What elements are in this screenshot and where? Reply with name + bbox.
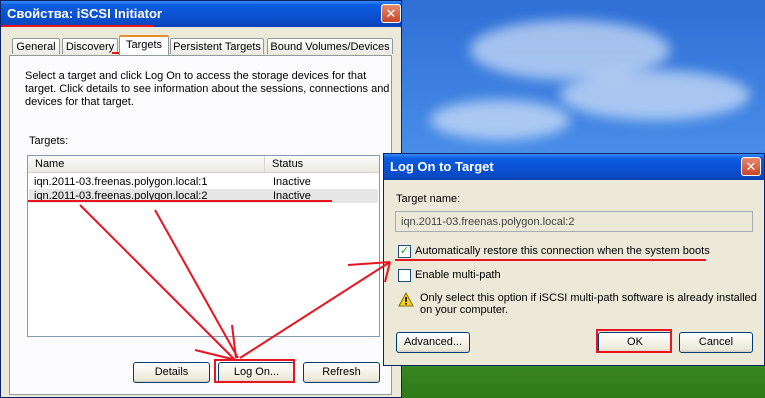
tab-targets[interactable]: Targets: [119, 35, 169, 55]
arrow-line: [231, 324, 237, 359]
arrow-line: [154, 209, 239, 359]
arrow-line: [79, 204, 236, 361]
arrow-line: [347, 261, 391, 266]
annotation-arrows: [79, 204, 391, 361]
arrow-line: [239, 261, 391, 359]
